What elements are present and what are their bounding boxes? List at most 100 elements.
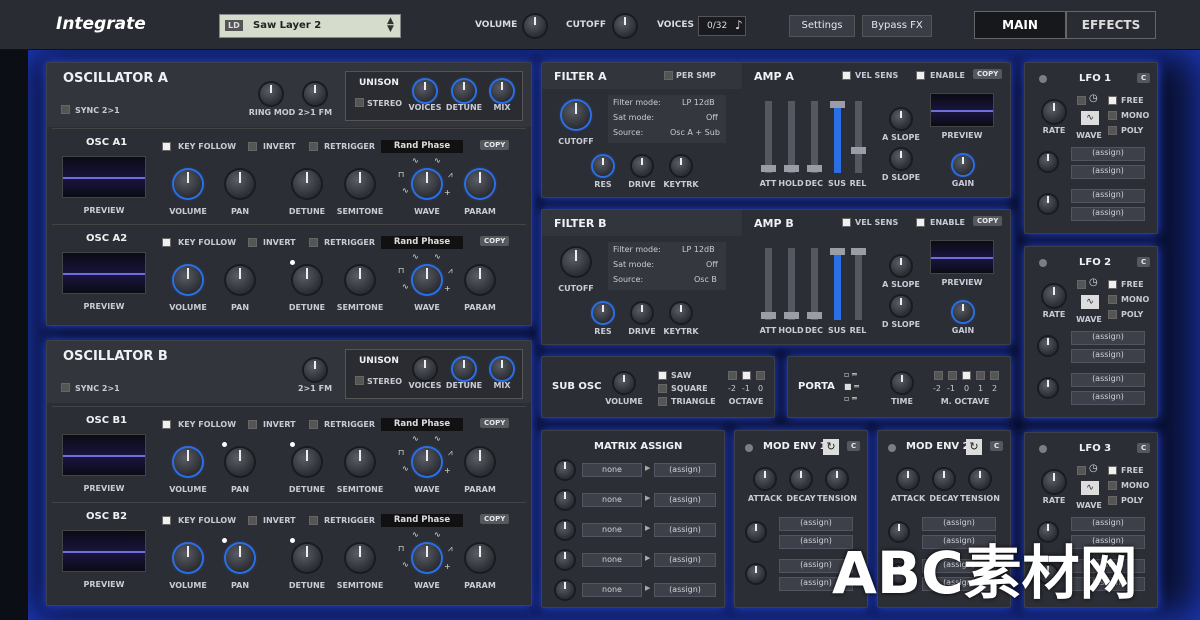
slider-handle[interactable] — [830, 101, 845, 108]
lfo2-mono-checkbox[interactable] — [1108, 295, 1117, 304]
porta-oct-checkbox-1[interactable] — [934, 371, 943, 380]
amp-a-vel-sens-checkbox[interactable] — [842, 71, 851, 80]
porta-oct-checkbox-2[interactable] — [948, 371, 957, 380]
retrigger-checkbox[interactable] — [309, 142, 318, 151]
key-follow-checkbox[interactable] — [162, 420, 171, 429]
filter-b-res-knob[interactable] — [593, 303, 613, 323]
amp-a-copy-button[interactable]: COPY — [973, 69, 1003, 79]
lfo2-rate-knob[interactable] — [1043, 285, 1065, 307]
lfo1-mod-knob[interactable] — [1039, 195, 1057, 213]
slider-handle[interactable] — [851, 248, 866, 255]
osc-a-detune-knob[interactable] — [453, 80, 475, 102]
lfo1-c-button[interactable]: C — [1137, 73, 1151, 83]
filter-b-cutoff-knob[interactable] — [562, 248, 590, 276]
osc-pan-knob[interactable] — [226, 170, 254, 198]
lfo3-c-button[interactable]: C — [1137, 443, 1151, 453]
key-follow-checkbox[interactable] — [162, 142, 171, 151]
clock-icon[interactable]: ◷ — [1089, 93, 1098, 104]
lfo1-sync-checkbox[interactable] — [1077, 96, 1086, 105]
osc-pan-knob[interactable] — [226, 544, 254, 572]
osc-pan-knob[interactable] — [226, 266, 254, 294]
osc-a-stereo-checkbox[interactable] — [355, 98, 364, 107]
amp-b-copy-button[interactable]: COPY — [973, 216, 1003, 226]
amp-b-sus-slider[interactable] — [830, 248, 845, 320]
osc-semitone-knob[interactable] — [346, 448, 374, 476]
master-cutoff-knob[interactable] — [614, 15, 636, 37]
retrigger-checkbox[interactable] — [309, 420, 318, 429]
porta-oct-checkbox-4[interactable] — [976, 371, 985, 380]
clock-icon[interactable]: ◷ — [1089, 463, 1098, 474]
lfo1-enable-dot[interactable] — [1039, 75, 1047, 83]
rand-phase-selector[interactable]: Rand Phase — [381, 140, 463, 153]
amp-a-a-slope-knob[interactable] — [891, 109, 911, 129]
osc-a-voices-knob[interactable] — [414, 80, 436, 102]
lfo1-mono-checkbox[interactable] — [1108, 111, 1117, 120]
osc-volume-knob[interactable] — [174, 266, 202, 294]
rand-phase-selector[interactable]: Rand Phase — [381, 514, 463, 527]
bypass-fx-button[interactable]: Bypass FX — [862, 15, 932, 37]
tab-effects[interactable]: EFFECTS — [1066, 11, 1156, 39]
osc-semitone-knob[interactable] — [346, 544, 374, 572]
lfo2-c-button[interactable]: C — [1137, 257, 1151, 267]
matrix-source-select[interactable]: none — [582, 583, 642, 597]
porta-oct-checkbox-5[interactable] — [990, 371, 999, 380]
lfo1-assign[interactable]: (assign) — [1071, 165, 1145, 179]
lfo1-assign[interactable]: (assign) — [1071, 207, 1145, 221]
slider-handle[interactable] — [807, 165, 822, 172]
amp-b-rel-slider[interactable] — [851, 248, 866, 320]
amp-a-enable-checkbox[interactable] — [916, 71, 925, 80]
master-volume-knob[interactable] — [524, 15, 546, 37]
env1-mod-knob-1[interactable] — [747, 523, 765, 541]
amp-b-dec-slider[interactable] — [807, 248, 822, 320]
filter-a-keytrk-knob[interactable] — [671, 156, 691, 176]
matrix-amount-knob[interactable] — [556, 551, 574, 569]
amp-b-hold-slider[interactable] — [784, 248, 799, 320]
matrix-amount-knob[interactable] — [556, 491, 574, 509]
lfo2-assign[interactable]: (assign) — [1071, 349, 1145, 363]
lfo2-assign[interactable]: (assign) — [1071, 391, 1145, 405]
tab-main[interactable]: MAIN — [974, 11, 1066, 39]
env2-tension-knob[interactable] — [970, 469, 990, 489]
sub-triangle-checkbox[interactable] — [658, 397, 667, 406]
slider-handle[interactable] — [761, 165, 776, 172]
osc-volume-knob[interactable] — [174, 170, 202, 198]
osc-b-detune-knob[interactable] — [453, 358, 475, 380]
ringmod-knob[interactable] — [260, 83, 282, 105]
retrigger-checkbox[interactable] — [309, 516, 318, 525]
amp-b-gain-knob[interactable] — [953, 302, 973, 322]
matrix-dest-select[interactable]: (assign) — [654, 493, 716, 507]
lfo1-rate-knob[interactable] — [1043, 101, 1065, 123]
filter-a-cutoff-knob[interactable] — [562, 101, 590, 129]
slider-handle[interactable] — [830, 248, 845, 255]
osc-detune-knob[interactable] — [293, 170, 321, 198]
matrix-source-select[interactable]: none — [582, 463, 642, 477]
osc-a-mix-knob[interactable] — [491, 80, 513, 102]
invert-checkbox[interactable] — [248, 238, 257, 247]
env2-enable-dot[interactable] — [888, 444, 896, 452]
env1-assign-1[interactable]: (assign) — [779, 517, 853, 531]
sub-oct-checkbox-2[interactable] — [742, 371, 751, 380]
sub-saw-checkbox[interactable] — [658, 371, 667, 380]
sub-square-checkbox[interactable] — [658, 384, 667, 393]
env2-decay-knob[interactable] — [934, 469, 954, 489]
lfo1-wave-button[interactable]: ∿ — [1081, 111, 1099, 125]
lfo3-free-checkbox[interactable] — [1108, 466, 1117, 475]
osc-pan-knob[interactable] — [226, 448, 254, 476]
key-follow-checkbox[interactable] — [162, 516, 171, 525]
filter-a-drive-knob[interactable] — [632, 156, 652, 176]
lfo2-assign[interactable]: (assign) — [1071, 373, 1145, 387]
env2-loop-icon[interactable]: ↻ — [966, 439, 982, 455]
lfo2-poly-checkbox[interactable] — [1108, 310, 1117, 319]
env1-attack-knob[interactable] — [755, 469, 775, 489]
lfo2-wave-button[interactable]: ∿ — [1081, 295, 1099, 309]
matrix-dest-select[interactable]: (assign) — [654, 463, 716, 477]
osc-detune-knob[interactable] — [293, 266, 321, 294]
osc-a-sync-checkbox[interactable] — [61, 105, 70, 114]
lfo1-assign[interactable]: (assign) — [1071, 189, 1145, 203]
preset-arrows-icon[interactable]: ▲ ▼ — [387, 17, 394, 34]
osc-semitone-knob[interactable] — [346, 266, 374, 294]
env1-mod-knob-2[interactable] — [747, 565, 765, 583]
filter-b-info-box[interactable]: Filter mode: LP 12dB Sat mode: Off Sourc… — [608, 242, 726, 290]
env2-c-button[interactable]: C — [990, 441, 1004, 451]
osc-semitone-knob[interactable] — [346, 170, 374, 198]
